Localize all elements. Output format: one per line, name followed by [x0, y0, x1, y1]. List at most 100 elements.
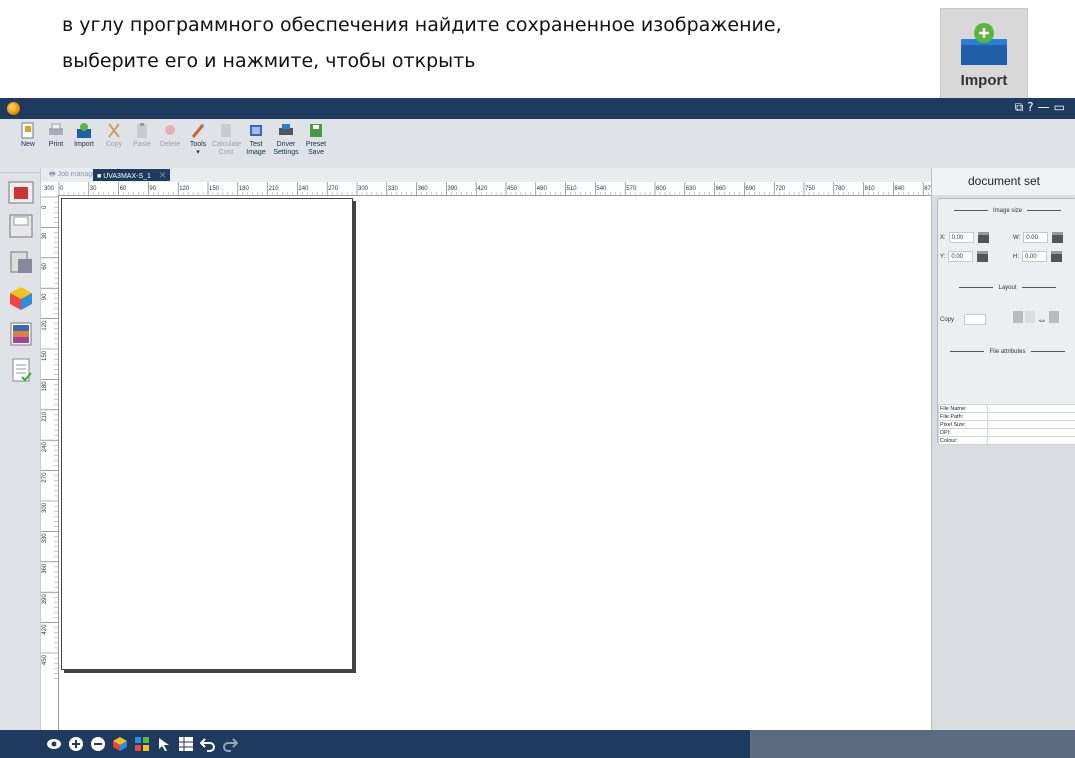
align-left-icon[interactable] [1025, 311, 1035, 323]
driver-settings-button[interactable]: Driver Settings [272, 122, 300, 157]
ruler-label: 240 [42, 442, 48, 453]
ruler-label: 210 [269, 186, 280, 192]
ruler-label: 0 [60, 186, 64, 192]
image-size-heading: Image size [938, 208, 1075, 214]
status-bar [750, 730, 1075, 758]
import-icon [961, 23, 1007, 65]
ruler-label: 270 [42, 472, 48, 483]
document-list-icon[interactable] [8, 357, 34, 383]
ruler-label: 420 [477, 186, 488, 192]
ruler-label: 0 [42, 205, 48, 209]
new-button[interactable]: New [14, 122, 42, 149]
ruler-label: 270 [328, 186, 339, 192]
x-field[interactable]: X: 0.00 [940, 232, 989, 243]
import-button[interactable]: Import [70, 122, 98, 149]
ruler-label: 360 [42, 563, 48, 574]
table-row: Colour: [938, 436, 1075, 445]
app-logo-icon [7, 102, 20, 115]
ruler-label: 360 [418, 186, 429, 192]
table-row: File Path: [938, 412, 1075, 421]
printer-icon: 🖶 [49, 171, 56, 178]
ruler-label: 90 [149, 186, 156, 192]
y-stepper[interactable] [977, 251, 989, 262]
instruction-line-2: выберите его и нажмите, чтобы открыть [62, 50, 476, 72]
ruler-label: 180 [42, 381, 48, 392]
ruler-label: 600 [656, 186, 667, 192]
ruler-label: 300 [42, 502, 48, 513]
toolbar: New Print Import Copy Paste Delete Tools… [0, 119, 1075, 173]
eye-icon[interactable] [46, 736, 62, 752]
zoom-in-icon[interactable] [68, 736, 84, 752]
undo-icon[interactable] [200, 736, 216, 752]
instruction-line-1: в углу программного обеспечения найдите … [62, 14, 782, 36]
color-cube-icon[interactable] [112, 736, 128, 752]
grid-color-icon[interactable] [134, 736, 150, 752]
ruler-label: 60 [42, 262, 48, 269]
ruler-label: 120 [42, 320, 48, 331]
ruler-label: 450 [42, 654, 48, 665]
job-list-icon[interactable] [8, 179, 34, 205]
canvas-area: 🖶 Job manager ■ UVA3MAX-S_1 ✕ 300 0 30 60 90 1… [40, 168, 931, 730]
h-field[interactable]: H: 0.00 [1013, 251, 1062, 262]
panel-title: document set [932, 168, 1075, 195]
save-icon[interactable] [8, 213, 34, 239]
ruler-label: 630 [686, 186, 697, 192]
ruler-label: 810 [865, 186, 876, 192]
align-horizontal-icon[interactable]: ⇔ [1037, 315, 1047, 327]
preset-save-icon [310, 124, 322, 137]
ruler-label: 480 [537, 186, 548, 192]
ruler-label: 240 [298, 186, 309, 192]
printer-icon [49, 123, 63, 135]
pointer-icon[interactable] [156, 736, 172, 752]
preset-save-button[interactable]: Preset Save [302, 122, 330, 157]
w-stepper[interactable] [1052, 232, 1064, 243]
print-page[interactable] [61, 198, 353, 670]
table-row: File Name: [938, 404, 1075, 413]
tools-icon [191, 124, 205, 138]
print-button[interactable]: Print [42, 122, 70, 149]
x-stepper[interactable] [977, 232, 989, 243]
paste-button[interactable]: Paste [128, 122, 156, 149]
settings-box: Image size X: 0.00 W: 0.00 Y: 0.00 H: 0.00 L… [937, 198, 1075, 445]
calculate-cost-button[interactable]: Calculate Cost [212, 122, 241, 157]
align-center-icon[interactable] [1049, 311, 1059, 323]
close-icon[interactable]: ✕ [159, 170, 167, 180]
export-icon[interactable] [8, 249, 34, 275]
redo-icon[interactable] [222, 736, 238, 752]
table-row: DPI: [938, 428, 1075, 437]
tab-document[interactable]: ■ UVA3MAX-S_1 ✕ [93, 169, 171, 181]
ruler-label: 30 [42, 232, 48, 239]
copy-button[interactable]: Copy [100, 122, 128, 149]
person-align-icon[interactable] [1013, 311, 1023, 323]
color-profile-icon[interactable] [8, 321, 34, 347]
w-field[interactable]: W: 0.00 [1013, 232, 1064, 243]
ruler-label: 90 [42, 293, 48, 300]
table-select-icon[interactable] [178, 736, 194, 752]
h-stepper[interactable] [1051, 251, 1062, 262]
ruler-label: 30 [90, 186, 97, 192]
test-image-button[interactable]: Test Image [242, 122, 270, 157]
driver-settings-icon [279, 124, 293, 135]
application-window: ⧉?—▭ New Print Import Copy Paste Delete [0, 98, 1075, 758]
ruler-label: 450 [507, 186, 518, 192]
zoom-out-icon[interactable] [90, 736, 106, 752]
maximize-icon[interactable]: ▭ [1054, 100, 1069, 114]
ruler-label: 420 [42, 624, 48, 635]
title-bar: ⧉?—▭ [0, 98, 1075, 119]
ruler-label: 300 [44, 186, 55, 192]
ruler-label: 840 [894, 186, 905, 192]
ruler-label: 330 [388, 186, 399, 192]
minimize-icon[interactable]: — [1038, 100, 1054, 114]
help-icon[interactable]: ? [1027, 100, 1037, 114]
tools-button[interactable]: Tools ▾ [184, 122, 212, 157]
horizontal-ruler: 300 0 30 60 90 120 150 180 210 240 270 300 330 360 390… [41, 182, 931, 196]
delete-button[interactable]: Delete [156, 122, 184, 149]
window-controls: ⧉?—▭ [1015, 100, 1069, 115]
color-cube-icon[interactable] [8, 285, 34, 311]
new-document-icon [21, 122, 34, 139]
restore-icon[interactable]: ⧉ [1015, 100, 1028, 115]
ruler-label: 330 [42, 533, 48, 544]
y-field[interactable]: Y: 0.00 [940, 251, 989, 262]
copy-field[interactable]: Copy [940, 314, 987, 325]
bottom-toolbar [0, 730, 750, 758]
